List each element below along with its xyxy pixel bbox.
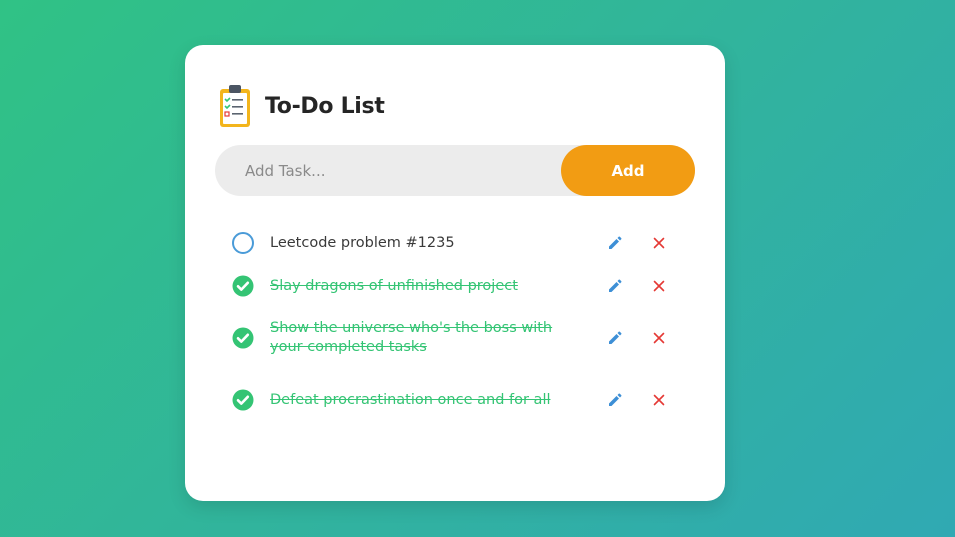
close-icon <box>653 237 665 249</box>
page-title: To-Do List <box>265 93 385 119</box>
edit-button[interactable] <box>605 233 625 253</box>
close-icon <box>653 332 665 344</box>
close-icon <box>653 394 665 406</box>
checked-circle-icon[interactable] <box>231 326 255 350</box>
task-actions <box>605 233 669 253</box>
task-input[interactable] <box>215 145 561 196</box>
pencil-icon <box>609 279 622 292</box>
header: To-Do List <box>219 83 385 129</box>
edit-button[interactable] <box>605 328 625 348</box>
task-text: Defeat procrastination once and for all <box>270 391 551 408</box>
pencil-icon <box>609 236 622 249</box>
task-actions <box>605 276 669 296</box>
task-item: Leetcode problem #1235 <box>231 223 681 263</box>
edit-button[interactable] <box>605 276 625 296</box>
close-icon <box>653 280 665 292</box>
task-text: Show the universe who's the boss with yo… <box>270 320 553 355</box>
task-text: Leetcode problem #1235 <box>270 234 455 251</box>
clipboard-checklist-icon <box>220 85 250 127</box>
pencil-icon <box>609 331 622 344</box>
task-item: Slay dragons of unfinished project <box>231 266 681 306</box>
task-item: Show the universe who's the boss with yo… <box>231 318 681 358</box>
task-actions <box>605 328 669 348</box>
task-actions <box>605 390 669 410</box>
add-button[interactable]: Add <box>561 145 695 196</box>
delete-button[interactable] <box>649 233 669 253</box>
task-item: Defeat procrastination once and for all <box>231 380 681 420</box>
checked-circle-icon[interactable] <box>231 274 255 298</box>
pencil-icon <box>609 393 622 406</box>
edit-button[interactable] <box>605 390 625 410</box>
todo-card: To-Do List Add Leetcode problem #1235 Sla… <box>185 45 725 501</box>
checked-circle-icon[interactable] <box>231 388 255 412</box>
delete-button[interactable] <box>649 276 669 296</box>
delete-button[interactable] <box>649 390 669 410</box>
add-task-bar: Add <box>215 145 695 196</box>
task-text: Slay dragons of unfinished project <box>270 277 518 294</box>
unchecked-circle-icon[interactable] <box>231 231 255 255</box>
delete-button[interactable] <box>649 328 669 348</box>
